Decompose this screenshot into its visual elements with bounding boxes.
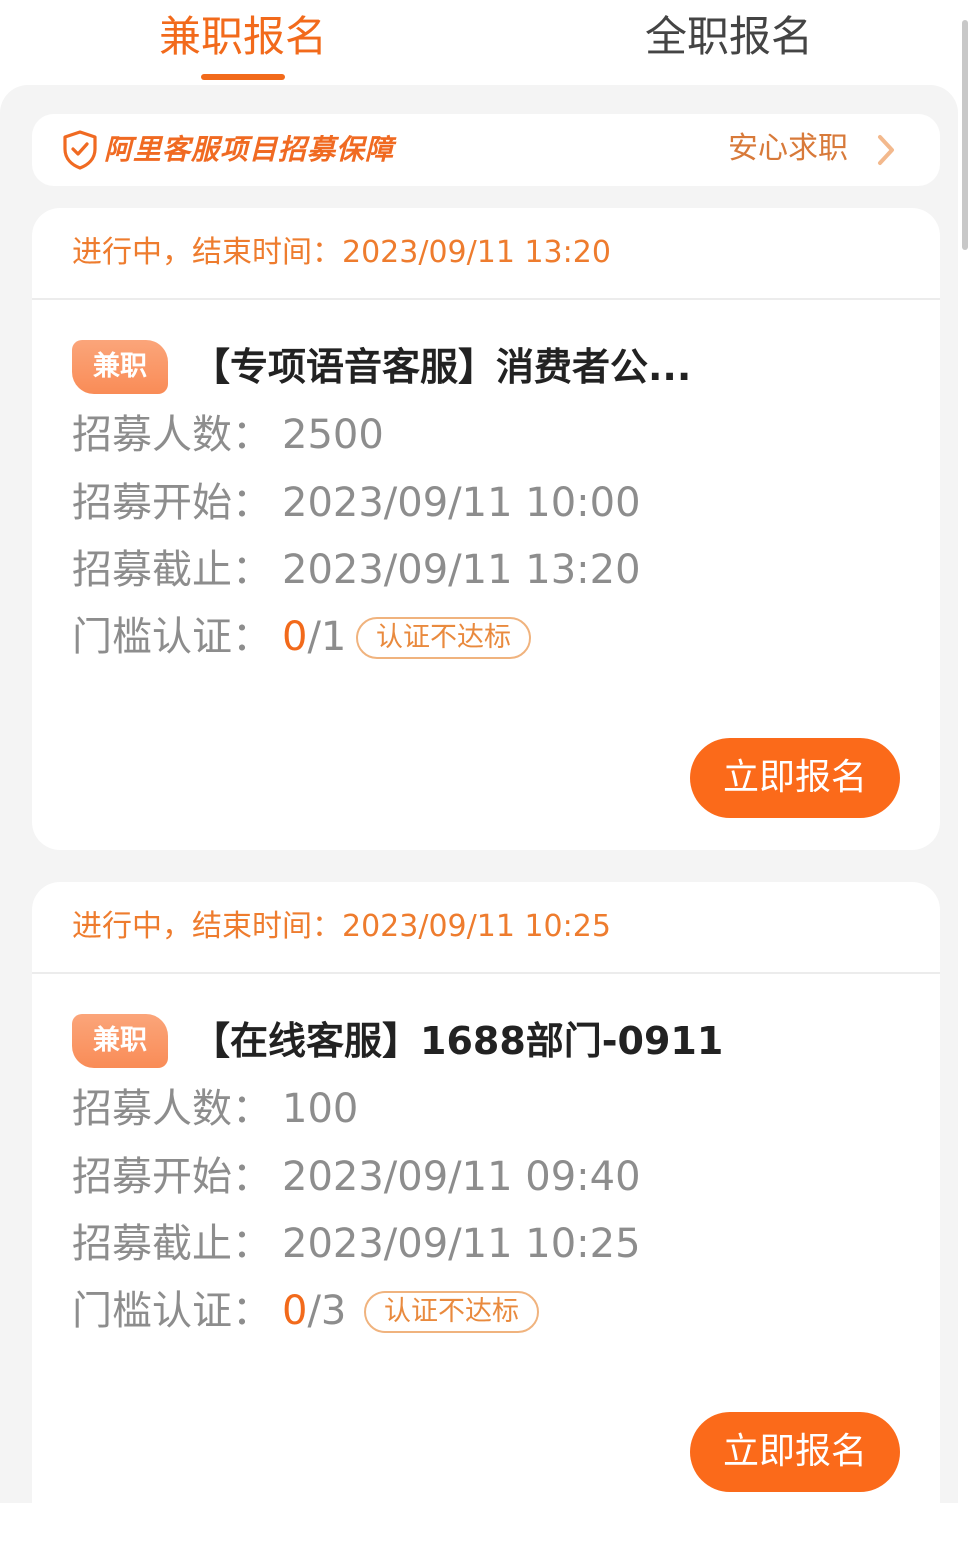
recruit-end-row: 招募截止： 2023/09/11 10:25 [72,1217,641,1271]
chevron-right-icon[interactable] [874,132,898,168]
certification-done: 0 [282,614,308,660]
card-header: 进行中，结束时间：2023/09/11 10:25 [32,882,940,974]
guarantee-banner[interactable]: 阿里客服项目招募保障 安心求职 [32,114,940,186]
recruit-end-value: 2023/09/11 13:20 [282,547,641,593]
recruit-count-row: 招募人数： 2500 [72,408,384,462]
guarantee-text: 阿里客服项目招募保障 [104,133,395,166]
recruit-count-value: 2500 [282,412,384,458]
scrollbar[interactable] [958,0,973,1503]
card-header: 进行中，结束时间：2023/09/11 13:20 [32,208,940,300]
recruit-end-value: 2023/09/11 10:25 [282,1221,641,1267]
recruit-count-value: 100 [282,1086,359,1132]
tab-bar: 兼职报名 全职报名 [0,0,973,85]
certification-label: 门槛认证： [72,614,272,660]
recruit-start-label: 招募开始： [72,480,272,526]
recruit-start-value: 2023/09/11 09:40 [282,1154,641,1200]
certification-row: 门槛认证： 0/1 [72,610,346,664]
recruit-count-label: 招募人数： [72,412,272,458]
certification-row: 门槛认证： 0/3 [72,1284,346,1338]
job-status: 进行中，结束时间：2023/09/11 10:25 [72,909,611,944]
recruit-start-row: 招募开始： 2023/09/11 10:00 [72,476,641,530]
job-title[interactable]: 【专项语音客服】消费者公... [192,340,691,394]
job-card: 进行中，结束时间：2023/09/11 10:25 兼职 【在线客服】1688部… [32,882,940,1542]
job-card: 进行中，结束时间：2023/09/11 13:20 兼职 【专项语音客服】消费者… [32,208,940,850]
job-title[interactable]: 【在线客服】1688部门-0911 [192,1014,723,1068]
recruit-start-label: 招募开始： [72,1154,272,1200]
recruit-start-row: 招募开始： 2023/09/11 09:40 [72,1150,641,1204]
shield-check-icon [63,130,97,170]
scrollbar-thumb[interactable] [962,20,968,250]
certification-label: 门槛认证： [72,1288,272,1334]
certification-badge: 认证不达标 [356,617,531,659]
certification-total: /1 [307,614,347,660]
recruit-end-row: 招募截止： 2023/09/11 13:20 [72,543,641,597]
recruit-count-label: 招募人数： [72,1086,272,1132]
active-tab-indicator [201,74,285,80]
certification-total: /3 [307,1288,347,1334]
tab-part-time[interactable]: 兼职报名 [150,8,336,66]
tab-full-time[interactable]: 全职报名 [636,8,822,66]
certification-badge: 认证不达标 [364,1291,539,1333]
safe-job-link[interactable]: 安心求职 [728,128,848,170]
job-type-tag: 兼职 [72,340,168,394]
recruit-end-label: 招募截止： [72,1221,272,1267]
recruit-start-value: 2023/09/11 10:00 [282,480,641,526]
apply-button[interactable]: 立即报名 [690,738,900,818]
apply-button[interactable]: 立即报名 [690,1412,900,1492]
recruit-count-row: 招募人数： 100 [72,1082,358,1136]
job-type-tag: 兼职 [72,1014,168,1068]
recruit-end-label: 招募截止： [72,547,272,593]
job-status: 进行中，结束时间：2023/09/11 13:20 [72,235,611,270]
certification-done: 0 [282,1288,308,1334]
